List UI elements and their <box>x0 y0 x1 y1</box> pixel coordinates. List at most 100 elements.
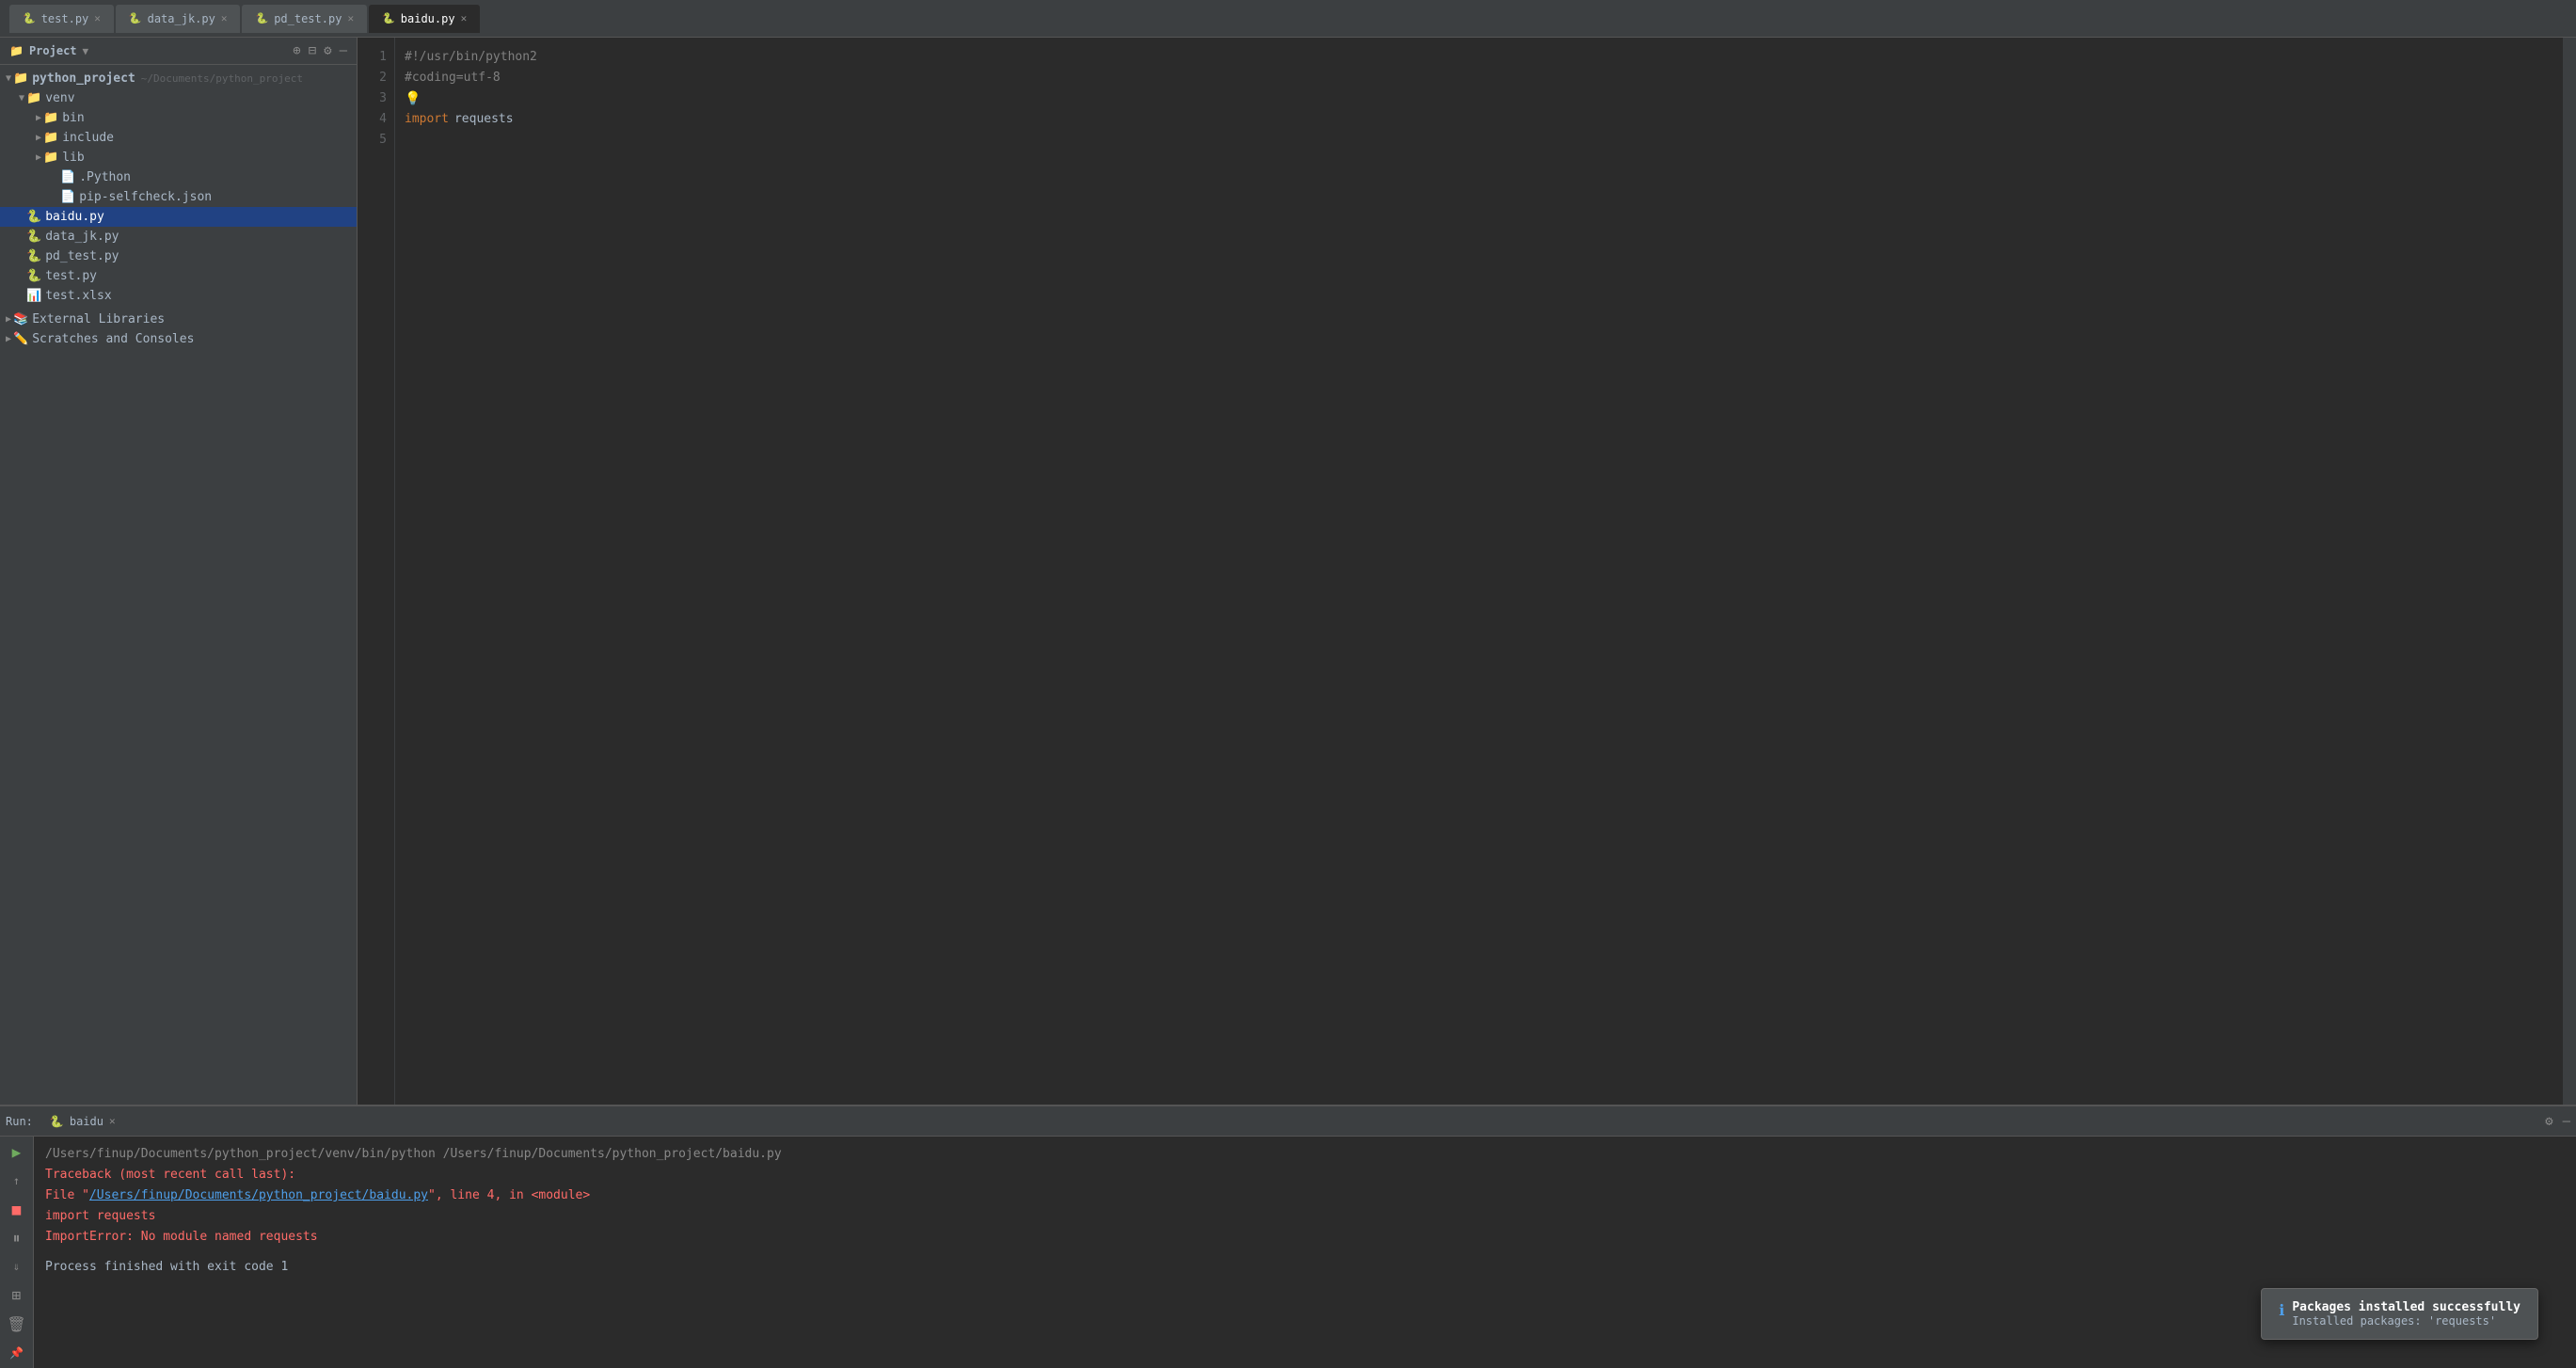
tree-item-python-project[interactable]: ▼ 📁 python_project ~/Documents/python_pr… <box>0 69 357 88</box>
code-editor[interactable]: #!/usr/bin/python2 #coding=utf-8 💡 impor… <box>395 38 2563 1105</box>
file-icon-data-jk-py: 🐍 <box>26 230 41 244</box>
line-num-1: 1 <box>367 47 387 68</box>
run-label: Run: <box>6 1115 33 1128</box>
bottom-tabs: Run: 🐍 baidu ✕ ⚙ — <box>0 1106 2576 1137</box>
scratches-icon: ✏️ <box>13 332 28 346</box>
py-icon-2: 🐍 <box>129 12 142 24</box>
pin-button[interactable]: 📌 <box>4 1344 30 1363</box>
folder-icon-venv: 📁 <box>26 91 41 105</box>
collapse-all-icon[interactable]: ⊟ <box>309 43 316 58</box>
editor-gutter <box>2563 38 2576 1105</box>
tree-item-venv[interactable]: ▼ 📁 venv <box>0 88 357 108</box>
file-icon-pip-selfcheck: 📄 <box>60 190 75 204</box>
line-num-2: 2 <box>367 68 387 88</box>
py-icon-orange: 🐍 <box>382 12 395 24</box>
arrow-test-xlsx <box>19 291 24 301</box>
arrow-pip-selfcheck <box>53 192 58 202</box>
close-tab-test-py[interactable]: ✕ <box>94 12 101 24</box>
lightbulb-icon[interactable]: 💡 <box>405 88 421 109</box>
settings-icon[interactable]: ⚙ <box>324 43 331 58</box>
arrow-baidu-py <box>19 212 24 222</box>
arrow-lib: ▶ <box>36 152 41 163</box>
tab-data-jk-py[interactable]: 🐍 data_jk.py ✕ <box>116 5 241 33</box>
arrow-external-libraries: ▶ <box>6 314 11 325</box>
dropdown-arrow-icon[interactable]: ▼ <box>83 45 89 57</box>
editor-area: 1 2 3 4 5 #!/usr/bin/python2 #coding=utf… <box>358 38 2576 1105</box>
arrow-python-project: ▼ <box>6 73 11 84</box>
tree-item-scratches[interactable]: ▶ ✏️ Scratches and Consoles <box>0 329 357 349</box>
tree-item-pd-test-py[interactable]: 🐍 pd_test.py <box>0 247 357 266</box>
run-sidebar: ▶ ↑ ■ ⏸ ⇓ ⊞ 🗑 📌 <box>0 1137 34 1368</box>
toast-info-icon: ℹ <box>2279 1301 2284 1319</box>
close-run-tab[interactable]: ✕ <box>109 1115 116 1127</box>
title-bar: 🐍 test.py ✕ 🐍 data_jk.py ✕ 🐍 pd_test.py … <box>0 0 2576 38</box>
code-line-2: #coding=utf-8 <box>405 68 2553 88</box>
arrow-scratches: ▶ <box>6 334 11 344</box>
tab-pd-test-py[interactable]: 🐍 pd_test.py ✕ <box>242 5 367 33</box>
arrow-bin: ▶ <box>36 113 41 123</box>
tab-run-baidu[interactable]: 🐍 baidu ✕ <box>39 1111 127 1132</box>
tab-test-py[interactable]: 🐍 test.py ✕ <box>9 5 114 33</box>
line-num-4: 4 <box>367 109 387 130</box>
locate-file-icon[interactable]: ⊕ <box>293 43 300 58</box>
code-line-1: #!/usr/bin/python2 <box>405 47 2553 68</box>
line-numbers: 1 2 3 4 5 <box>358 38 395 1105</box>
close-tab-data-jk-py[interactable]: ✕ <box>221 12 228 24</box>
close-tab-pd-test-py[interactable]: ✕ <box>347 12 354 24</box>
tree-item-test-py[interactable]: 🐍 test.py <box>0 266 357 286</box>
arrow-test-py <box>19 271 24 281</box>
folder-icon-bin: 📁 <box>43 111 58 125</box>
close-tab-baidu-py[interactable]: ✕ <box>461 12 468 24</box>
code-line-5 <box>405 130 2553 151</box>
code-line-3: 💡 <box>405 88 2553 109</box>
arrow-venv: ▼ <box>19 93 24 103</box>
tree-item-dot-python[interactable]: 📄 .Python <box>0 167 357 187</box>
file-icon-pd-test-py: 🐍 <box>26 249 41 263</box>
tree-item-lib[interactable]: ▶ 📁 lib <box>0 148 357 167</box>
arrow-data-jk-py <box>19 231 24 242</box>
folder-icon-include: 📁 <box>43 131 58 145</box>
rerun-button[interactable]: ↑ <box>4 1171 30 1191</box>
layout-button[interactable]: ⊞ <box>4 1286 30 1306</box>
file-link[interactable]: /Users/finup/Documents/python_project/ba… <box>89 1188 428 1202</box>
minimize-run-icon[interactable]: — <box>2563 1114 2570 1129</box>
step-button[interactable]: ⇓ <box>4 1257 30 1277</box>
stop-button[interactable]: ■ <box>4 1200 30 1219</box>
run-command: /Users/finup/Documents/python_project/ve… <box>45 1144 2565 1165</box>
editor-content: 1 2 3 4 5 #!/usr/bin/python2 #coding=utf… <box>358 38 2576 1105</box>
tree-item-external-libraries[interactable]: ▶ 📚 External Libraries <box>0 310 357 329</box>
run-button[interactable]: ▶ <box>4 1142 30 1162</box>
run-output: /Users/finup/Documents/python_project/ve… <box>34 1137 2576 1368</box>
toast-notification: ℹ Packages installed successfully Instal… <box>2261 1288 2538 1340</box>
sidebar: 📁 Project ▼ ⊕ ⊟ ⚙ — ▼ 📁 python_project ~… <box>0 38 358 1105</box>
settings-run-icon[interactable]: ⚙ <box>2545 1114 2552 1129</box>
run-panel: ▶ ↑ ■ ⏸ ⇓ ⊞ 🗑 📌 /Users/finup/Documents/p… <box>0 1137 2576 1368</box>
tree-item-baidu-py[interactable]: 🐍 baidu.py <box>0 207 357 227</box>
file-icon-test-py: 🐍 <box>26 269 41 283</box>
tree-item-pip-selfcheck[interactable]: 📄 pip-selfcheck.json <box>0 187 357 207</box>
tab-baidu-py[interactable]: 🐍 baidu.py ✕ <box>369 5 480 33</box>
external-libraries-icon: 📚 <box>13 312 28 326</box>
arrow-pd-test-py <box>19 251 24 262</box>
line-num-3: 3 <box>367 88 387 109</box>
sidebar-toolbar: ⊕ ⊟ ⚙ — <box>293 43 347 58</box>
code-line-4: import requests <box>405 109 2553 130</box>
clear-button[interactable]: 🗑 <box>4 1314 30 1334</box>
tree-item-bin[interactable]: ▶ 📁 bin <box>0 108 357 128</box>
folder-icon-lib: 📁 <box>43 151 58 165</box>
py-icon-3: 🐍 <box>255 12 268 24</box>
sidebar-header: 📁 Project ▼ ⊕ ⊟ ⚙ — <box>0 38 357 65</box>
minimize-icon[interactable]: — <box>340 43 347 58</box>
import-line: import requests <box>45 1206 2565 1227</box>
bottom-right-toolbar: ⚙ — <box>2545 1114 2570 1129</box>
tree-item-data-jk-py[interactable]: 🐍 data_jk.py <box>0 227 357 247</box>
tree-item-include[interactable]: ▶ 📁 include <box>0 128 357 148</box>
pause-button[interactable]: ⏸ <box>4 1229 30 1249</box>
run-tab-py-icon: 🐍 <box>50 1115 64 1128</box>
file-tree: ▼ 📁 python_project ~/Documents/python_pr… <box>0 65 357 353</box>
toast-content: Packages installed successfully Installe… <box>2292 1300 2520 1328</box>
tree-item-test-xlsx[interactable]: 📊 test.xlsx <box>0 286 357 306</box>
py-icon: 🐍 <box>23 12 36 24</box>
bottom-panel: Run: 🐍 baidu ✕ ⚙ — ▶ ↑ ■ ⏸ ⇓ ⊞ 🗑 📌 /User… <box>0 1105 2576 1368</box>
toast-title: Packages installed successfully <box>2292 1300 2520 1314</box>
